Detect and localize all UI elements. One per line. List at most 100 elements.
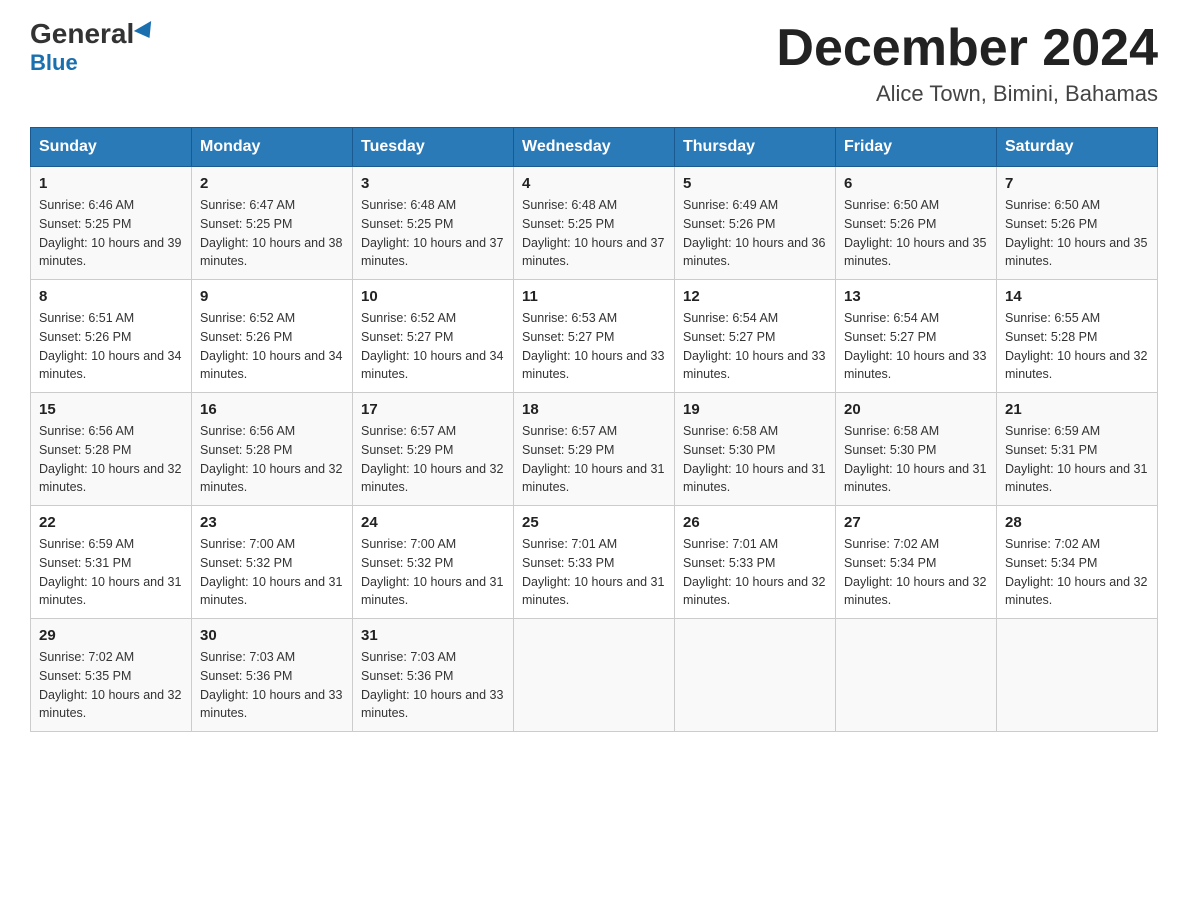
day-info: Sunrise: 6:54 AM Sunset: 5:27 PM Dayligh… bbox=[683, 309, 827, 384]
calendar-day-cell: 30 Sunrise: 7:03 AM Sunset: 5:36 PM Dayl… bbox=[192, 619, 353, 732]
day-info: Sunrise: 6:49 AM Sunset: 5:26 PM Dayligh… bbox=[683, 196, 827, 271]
calendar-day-cell bbox=[675, 619, 836, 732]
day-number: 24 bbox=[361, 514, 505, 531]
day-info: Sunrise: 6:58 AM Sunset: 5:30 PM Dayligh… bbox=[844, 422, 988, 497]
header-row: Sunday Monday Tuesday Wednesday Thursday… bbox=[31, 128, 1158, 167]
calendar-day-cell: 11 Sunrise: 6:53 AM Sunset: 5:27 PM Dayl… bbox=[514, 280, 675, 393]
day-info: Sunrise: 6:57 AM Sunset: 5:29 PM Dayligh… bbox=[361, 422, 505, 497]
col-sunday: Sunday bbox=[31, 128, 192, 167]
calendar-day-cell: 25 Sunrise: 7:01 AM Sunset: 5:33 PM Dayl… bbox=[514, 506, 675, 619]
day-number: 17 bbox=[361, 401, 505, 418]
day-number: 31 bbox=[361, 627, 505, 644]
day-info: Sunrise: 6:59 AM Sunset: 5:31 PM Dayligh… bbox=[39, 535, 183, 610]
calendar-day-cell bbox=[514, 619, 675, 732]
calendar-day-cell: 21 Sunrise: 6:59 AM Sunset: 5:31 PM Dayl… bbox=[997, 393, 1158, 506]
logo-general-text: General bbox=[30, 20, 156, 48]
col-thursday: Thursday bbox=[675, 128, 836, 167]
page-header: General Blue December 2024 Alice Town, B… bbox=[30, 20, 1158, 107]
day-number: 3 bbox=[361, 175, 505, 192]
col-tuesday: Tuesday bbox=[353, 128, 514, 167]
calendar-day-cell bbox=[997, 619, 1158, 732]
day-number: 12 bbox=[683, 288, 827, 305]
day-info: Sunrise: 6:51 AM Sunset: 5:26 PM Dayligh… bbox=[39, 309, 183, 384]
day-number: 15 bbox=[39, 401, 183, 418]
day-info: Sunrise: 6:58 AM Sunset: 5:30 PM Dayligh… bbox=[683, 422, 827, 497]
calendar-day-cell: 29 Sunrise: 7:02 AM Sunset: 5:35 PM Dayl… bbox=[31, 619, 192, 732]
day-number: 30 bbox=[200, 627, 344, 644]
col-wednesday: Wednesday bbox=[514, 128, 675, 167]
calendar-day-cell: 27 Sunrise: 7:02 AM Sunset: 5:34 PM Dayl… bbox=[836, 506, 997, 619]
calendar-day-cell: 26 Sunrise: 7:01 AM Sunset: 5:33 PM Dayl… bbox=[675, 506, 836, 619]
calendar-day-cell: 23 Sunrise: 7:00 AM Sunset: 5:32 PM Dayl… bbox=[192, 506, 353, 619]
logo-blue-text: Blue bbox=[30, 50, 78, 76]
calendar-day-cell: 4 Sunrise: 6:48 AM Sunset: 5:25 PM Dayli… bbox=[514, 167, 675, 280]
day-number: 10 bbox=[361, 288, 505, 305]
day-info: Sunrise: 6:52 AM Sunset: 5:26 PM Dayligh… bbox=[200, 309, 344, 384]
calendar-day-cell: 8 Sunrise: 6:51 AM Sunset: 5:26 PM Dayli… bbox=[31, 280, 192, 393]
calendar-day-cell: 10 Sunrise: 6:52 AM Sunset: 5:27 PM Dayl… bbox=[353, 280, 514, 393]
day-info: Sunrise: 7:01 AM Sunset: 5:33 PM Dayligh… bbox=[683, 535, 827, 610]
calendar-day-cell: 3 Sunrise: 6:48 AM Sunset: 5:25 PM Dayli… bbox=[353, 167, 514, 280]
day-info: Sunrise: 7:00 AM Sunset: 5:32 PM Dayligh… bbox=[361, 535, 505, 610]
calendar-day-cell: 20 Sunrise: 6:58 AM Sunset: 5:30 PM Dayl… bbox=[836, 393, 997, 506]
title-section: December 2024 Alice Town, Bimini, Bahama… bbox=[776, 20, 1158, 107]
calendar-day-cell: 13 Sunrise: 6:54 AM Sunset: 5:27 PM Dayl… bbox=[836, 280, 997, 393]
day-number: 9 bbox=[200, 288, 344, 305]
day-number: 6 bbox=[844, 175, 988, 192]
day-number: 2 bbox=[200, 175, 344, 192]
day-number: 22 bbox=[39, 514, 183, 531]
page-subtitle: Alice Town, Bimini, Bahamas bbox=[776, 81, 1158, 107]
day-info: Sunrise: 6:54 AM Sunset: 5:27 PM Dayligh… bbox=[844, 309, 988, 384]
day-number: 13 bbox=[844, 288, 988, 305]
day-number: 28 bbox=[1005, 514, 1149, 531]
day-info: Sunrise: 6:50 AM Sunset: 5:26 PM Dayligh… bbox=[844, 196, 988, 271]
calendar-week-row: 8 Sunrise: 6:51 AM Sunset: 5:26 PM Dayli… bbox=[31, 280, 1158, 393]
calendar-day-cell: 5 Sunrise: 6:49 AM Sunset: 5:26 PM Dayli… bbox=[675, 167, 836, 280]
day-number: 25 bbox=[522, 514, 666, 531]
day-info: Sunrise: 6:59 AM Sunset: 5:31 PM Dayligh… bbox=[1005, 422, 1149, 497]
day-info: Sunrise: 6:55 AM Sunset: 5:28 PM Dayligh… bbox=[1005, 309, 1149, 384]
calendar-day-cell: 28 Sunrise: 7:02 AM Sunset: 5:34 PM Dayl… bbox=[997, 506, 1158, 619]
calendar-day-cell: 17 Sunrise: 6:57 AM Sunset: 5:29 PM Dayl… bbox=[353, 393, 514, 506]
calendar-week-row: 22 Sunrise: 6:59 AM Sunset: 5:31 PM Dayl… bbox=[31, 506, 1158, 619]
col-friday: Friday bbox=[836, 128, 997, 167]
calendar-day-cell: 15 Sunrise: 6:56 AM Sunset: 5:28 PM Dayl… bbox=[31, 393, 192, 506]
day-number: 7 bbox=[1005, 175, 1149, 192]
day-number: 18 bbox=[522, 401, 666, 418]
logo: General Blue bbox=[30, 20, 156, 76]
day-number: 19 bbox=[683, 401, 827, 418]
day-info: Sunrise: 7:01 AM Sunset: 5:33 PM Dayligh… bbox=[522, 535, 666, 610]
col-monday: Monday bbox=[192, 128, 353, 167]
day-info: Sunrise: 7:03 AM Sunset: 5:36 PM Dayligh… bbox=[361, 648, 505, 723]
calendar-day-cell: 24 Sunrise: 7:00 AM Sunset: 5:32 PM Dayl… bbox=[353, 506, 514, 619]
day-info: Sunrise: 6:50 AM Sunset: 5:26 PM Dayligh… bbox=[1005, 196, 1149, 271]
day-info: Sunrise: 7:02 AM Sunset: 5:34 PM Dayligh… bbox=[1005, 535, 1149, 610]
calendar-day-cell: 7 Sunrise: 6:50 AM Sunset: 5:26 PM Dayli… bbox=[997, 167, 1158, 280]
day-info: Sunrise: 6:48 AM Sunset: 5:25 PM Dayligh… bbox=[361, 196, 505, 271]
calendar-day-cell: 22 Sunrise: 6:59 AM Sunset: 5:31 PM Dayl… bbox=[31, 506, 192, 619]
calendar-day-cell: 31 Sunrise: 7:03 AM Sunset: 5:36 PM Dayl… bbox=[353, 619, 514, 732]
day-info: Sunrise: 6:56 AM Sunset: 5:28 PM Dayligh… bbox=[200, 422, 344, 497]
logo-triangle-icon bbox=[134, 21, 158, 43]
day-number: 16 bbox=[200, 401, 344, 418]
day-info: Sunrise: 7:02 AM Sunset: 5:34 PM Dayligh… bbox=[844, 535, 988, 610]
day-info: Sunrise: 6:52 AM Sunset: 5:27 PM Dayligh… bbox=[361, 309, 505, 384]
day-info: Sunrise: 7:00 AM Sunset: 5:32 PM Dayligh… bbox=[200, 535, 344, 610]
day-number: 4 bbox=[522, 175, 666, 192]
calendar-week-row: 29 Sunrise: 7:02 AM Sunset: 5:35 PM Dayl… bbox=[31, 619, 1158, 732]
day-number: 20 bbox=[844, 401, 988, 418]
calendar-day-cell: 2 Sunrise: 6:47 AM Sunset: 5:25 PM Dayli… bbox=[192, 167, 353, 280]
day-info: Sunrise: 7:02 AM Sunset: 5:35 PM Dayligh… bbox=[39, 648, 183, 723]
day-info: Sunrise: 6:46 AM Sunset: 5:25 PM Dayligh… bbox=[39, 196, 183, 271]
calendar-day-cell: 18 Sunrise: 6:57 AM Sunset: 5:29 PM Dayl… bbox=[514, 393, 675, 506]
calendar-day-cell: 9 Sunrise: 6:52 AM Sunset: 5:26 PM Dayli… bbox=[192, 280, 353, 393]
calendar-day-cell: 6 Sunrise: 6:50 AM Sunset: 5:26 PM Dayli… bbox=[836, 167, 997, 280]
day-number: 21 bbox=[1005, 401, 1149, 418]
day-number: 8 bbox=[39, 288, 183, 305]
day-info: Sunrise: 6:57 AM Sunset: 5:29 PM Dayligh… bbox=[522, 422, 666, 497]
calendar-header: Sunday Monday Tuesday Wednesday Thursday… bbox=[31, 128, 1158, 167]
day-number: 1 bbox=[39, 175, 183, 192]
day-number: 23 bbox=[200, 514, 344, 531]
calendar-day-cell: 14 Sunrise: 6:55 AM Sunset: 5:28 PM Dayl… bbox=[997, 280, 1158, 393]
calendar-day-cell: 16 Sunrise: 6:56 AM Sunset: 5:28 PM Dayl… bbox=[192, 393, 353, 506]
